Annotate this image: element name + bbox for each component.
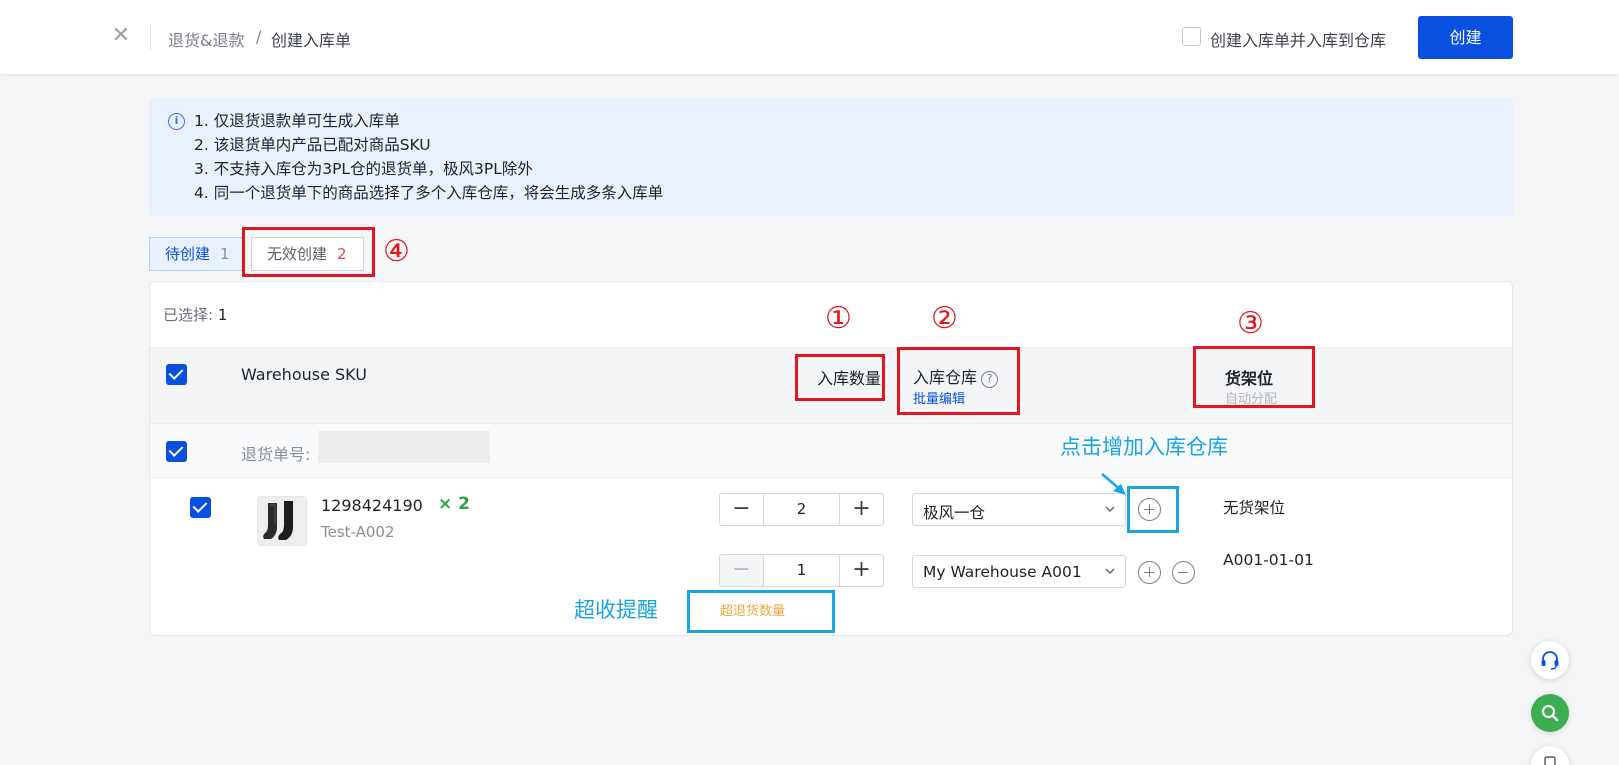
tab-pending-count: 1 [220,245,230,263]
quantity-value[interactable]: 1 [764,555,839,586]
search-float-button[interactable] [1531,694,1569,732]
tab-pending-label: 待创建 [165,245,211,263]
create-and-stock-label[interactable]: 创建入库单并入库到仓库 [1210,27,1386,51]
product-thumbnail [257,496,307,546]
chevron-down-icon [1105,568,1115,574]
clipboard-icon [1544,756,1556,765]
annotation-arrow-icon [1101,473,1126,495]
annotation-box-1 [795,354,885,401]
selected-value: 1 [217,306,228,324]
info-notice: i 1. 仅退货退款单可生成入库单 2. 该退货单内产品已配对商品SKU 3. … [149,98,1513,216]
quantity-stepper[interactable]: − 2 + [719,493,884,526]
sku-code: 1298424190 [321,496,423,515]
order-checkbox[interactable] [166,441,187,462]
add-warehouse-button[interactable] [1138,561,1161,584]
notice-line: 2. 该退货单内产品已配对商品SKU [194,136,431,154]
warehouse-select-value: 极风一仓 [923,504,986,522]
annotation-over-receive-note: 超收提醒 [574,598,658,622]
annotation-number-3: ③ [1237,306,1264,341]
annotation-box-add [1127,486,1179,533]
col-header-sku: Warehouse SKU [241,365,367,384]
return-order-label: 退货单号: [241,445,311,464]
create-button[interactable]: 创建 [1418,16,1513,59]
annotation-box-2 [897,347,1020,415]
shelf-value: A001-01-01 [1223,551,1314,569]
annotation-number-4: ④ [383,234,410,269]
annotation-add-warehouse-note: 点击增加入库仓库 [1060,435,1228,459]
header-divider [150,24,151,50]
annotation-number-2: ② [931,301,958,336]
annotation-number-1: ① [825,301,852,336]
annotation-box-3 [1193,346,1315,408]
warehouse-select[interactable]: 极风一仓 [912,493,1126,526]
decrement-button[interactable]: − [720,494,764,525]
tab-pending[interactable]: 待创建 1 [149,237,245,271]
notice-line: 3. 不支持入库仓为3PL仓的退货单，极风3PL除外 [194,160,533,178]
increment-button[interactable]: + [839,494,883,525]
customer-service-button[interactable] [1531,641,1569,679]
chevron-down-icon [1105,506,1115,512]
quantity-value[interactable]: 2 [764,494,839,525]
search-icon [1541,704,1559,722]
breadcrumb-separator: / [256,27,262,46]
selected-label: 已选择: [163,306,214,324]
info-icon: i [168,113,185,130]
warehouse-select[interactable]: My Warehouse A001 [912,555,1126,588]
redacted-order-number [318,431,490,463]
create-and-stock-checkbox[interactable] [1182,27,1201,46]
notice-line: 1. 仅退货退款单可生成入库单 [194,112,400,130]
sku-multiplier: × 2 [438,494,470,514]
shelf-value: 无货架位 [1223,499,1286,517]
headset-icon [1541,651,1559,670]
close-icon[interactable]: ✕ [110,25,132,47]
selected-count: 已选择: 1 [163,304,227,325]
increment-button[interactable]: + [839,555,883,586]
sku-name: Test-A002 [321,523,395,541]
breadcrumb-parent[interactable]: 退货&退款 [168,27,244,51]
clipboard-float-button[interactable] [1531,746,1569,765]
remove-warehouse-button[interactable] [1172,561,1195,584]
page-header: ✕ 退货&退款 / 创建入库单 创建入库单并入库到仓库 创建 [0,0,1619,74]
decrement-button[interactable]: − [720,555,764,586]
quantity-stepper[interactable]: − 1 + [719,554,884,587]
annotation-box-over [687,590,835,633]
select-all-checkbox[interactable] [166,364,187,385]
item-checkbox[interactable] [190,497,211,518]
breadcrumb-current: 创建入库单 [271,31,352,50]
annotation-box-4 [242,227,375,277]
warehouse-select-value: My Warehouse A001 [923,563,1082,581]
notice-line: 4. 同一个退货单下的商品选择了多个入库仓库，将会生成多条入库单 [194,184,664,202]
